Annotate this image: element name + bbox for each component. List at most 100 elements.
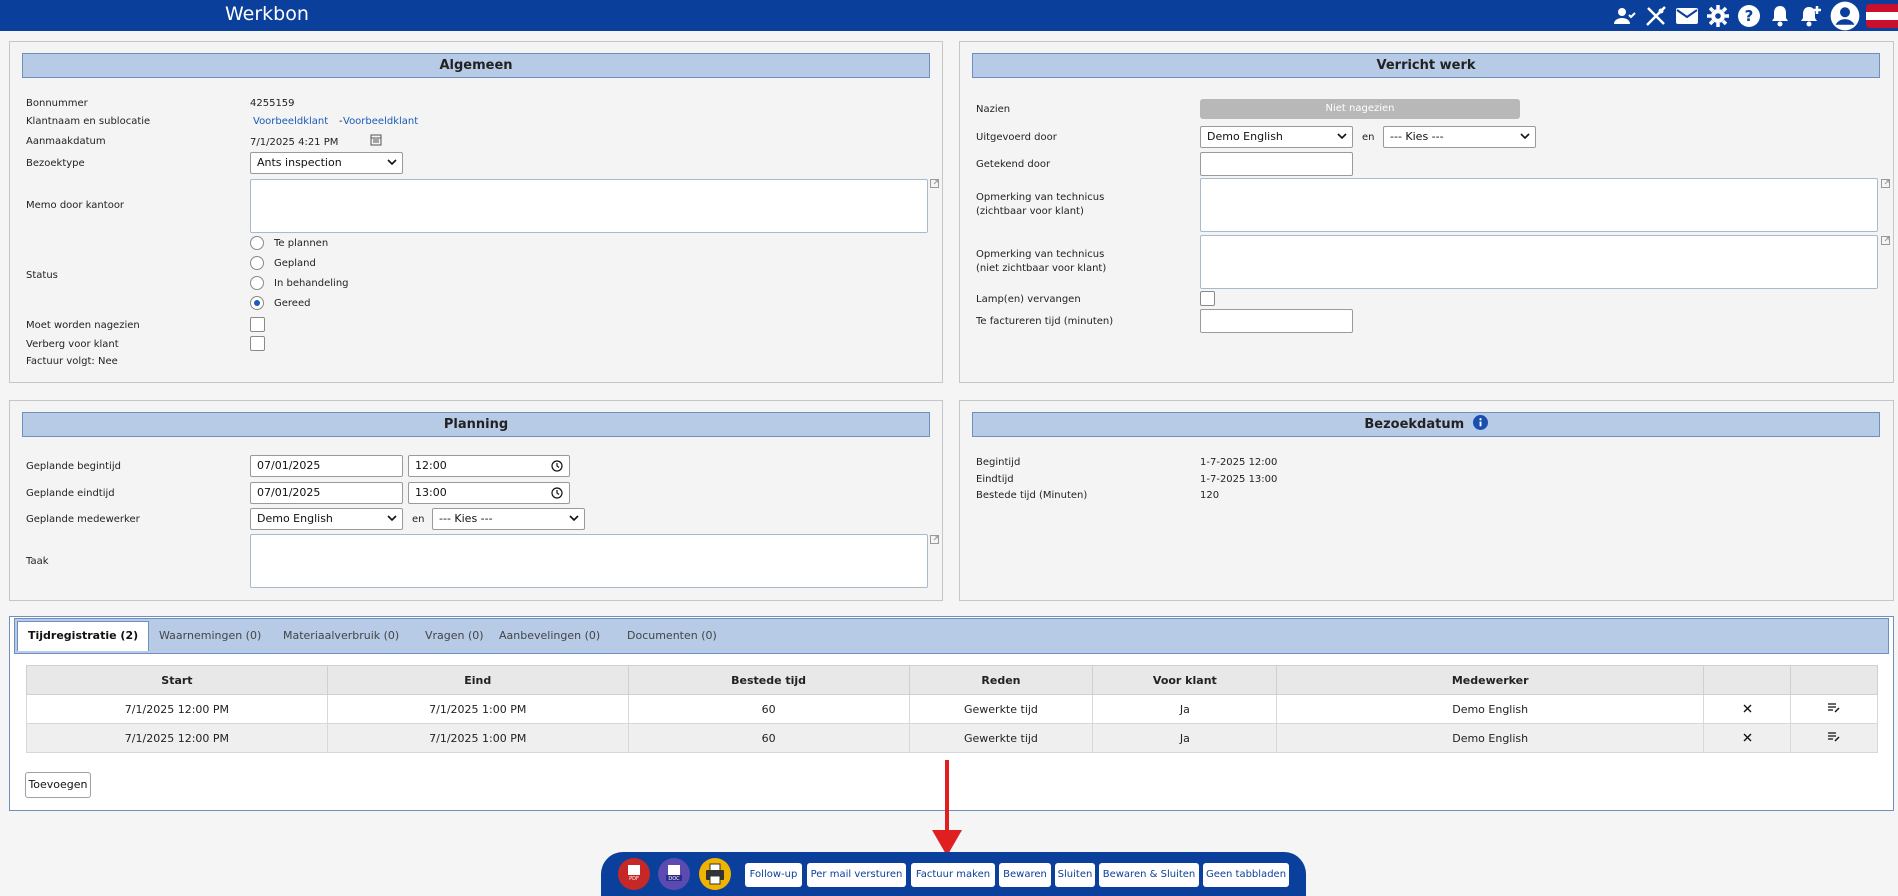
opmerking-zichtbaar-label-2: (zichtbaar voor klant) — [976, 206, 1084, 217]
begintijd-label: Begintijd — [976, 457, 1021, 468]
bell-icon[interactable] — [1768, 4, 1792, 28]
tab-materiaalverbruik[interactable]: Materiaalverbruik (0) — [273, 622, 409, 652]
opmerking-zichtbaar-label-1: Opmerking van technicus — [976, 192, 1105, 203]
geen-tabbladen-button[interactable]: Geen tabbladen — [1203, 863, 1289, 887]
bezoektype-select[interactable]: Ants inspection — [250, 152, 403, 174]
status-option-gereed: Gereed — [274, 298, 311, 309]
kies-value: --- Kies --- — [1390, 130, 1444, 143]
tab-documenten[interactable]: Documenten (0) — [617, 622, 727, 652]
medewerker-extra-select[interactable]: --- Kies --- — [432, 508, 585, 530]
tab-waarnemingen[interactable]: Waarnemingen (0) — [149, 622, 271, 652]
nagezien-checkbox[interactable] — [250, 317, 265, 332]
delete-cell — [1703, 723, 1791, 753]
clock-icon[interactable] — [551, 487, 563, 499]
klant-link[interactable]: Voorbeeldklant — [253, 116, 328, 127]
print-icon[interactable] — [699, 858, 731, 890]
factureren-input[interactable] — [1200, 309, 1353, 333]
taak-textarea[interactable] — [250, 534, 928, 588]
doc-icon[interactable]: DOC — [658, 858, 690, 890]
nazien-label: Nazien — [976, 104, 1011, 115]
opmerking-niet-zichtbaar-textarea[interactable] — [1200, 235, 1878, 289]
cell-start: 7/1/2025 12:00 PM — [26, 694, 328, 724]
tijdregistratie-table: Start Eind Bestede tijd Reden Voor klant… — [26, 665, 1878, 753]
tools-icon[interactable] — [1644, 4, 1668, 28]
verricht-panel: Verricht werk Nazien Niet nagezien Uitge… — [959, 41, 1894, 383]
factureren-label: Te factureren tijd (minuten) — [976, 316, 1114, 327]
info-icon[interactable] — [1472, 415, 1488, 430]
medewerker-value: Demo English — [257, 512, 333, 525]
tab-vragen[interactable]: Vragen (0) — [415, 622, 494, 652]
chevron-down-icon — [387, 515, 397, 522]
memo-label: Memo door kantoor — [26, 200, 125, 211]
sluiten-button[interactable]: Sluiten — [1055, 863, 1095, 887]
mail-button[interactable]: Per mail versturen — [807, 863, 906, 887]
begin-date-input[interactable]: 07/01/2025 — [250, 455, 403, 477]
bezoektype-value: Ants inspection — [257, 156, 342, 169]
calendar-list-icon[interactable] — [370, 134, 382, 146]
eind-date-input[interactable]: 07/01/2025 — [250, 482, 403, 504]
flag-nl-icon[interactable] — [1866, 3, 1898, 28]
followup-button[interactable]: Follow-up — [745, 863, 802, 887]
status-radio-gereed[interactable] — [250, 296, 264, 310]
cell-eind: 7/1/2025 1:00 PM — [326, 723, 629, 753]
status-radio-in-behandeling[interactable] — [250, 276, 264, 290]
begintijd-label: Geplande begintijd — [26, 461, 121, 472]
close-icon[interactable] — [1743, 733, 1752, 742]
bottom-toolbar: PDF DOC Follow-up Per mail versturen Fac… — [601, 852, 1306, 896]
sublocatie-link[interactable]: Voorbeeldklant — [343, 116, 418, 127]
getekend-input[interactable] — [1200, 152, 1353, 176]
algemeen-panel: Algemeen Bonnummer 4255159 Klantnaam en … — [9, 41, 943, 383]
close-icon[interactable] — [1743, 704, 1752, 713]
edit-list-icon[interactable] — [1828, 702, 1840, 713]
bestede-value: 120 — [1200, 490, 1220, 501]
gear-icon[interactable] — [1706, 4, 1730, 28]
pdf-icon[interactable]: PDF — [618, 858, 650, 890]
chevron-down-icon — [387, 159, 397, 166]
help-icon[interactable]: ? — [1737, 4, 1761, 28]
svg-text:PDF: PDF — [629, 876, 639, 882]
en-label: en — [1362, 132, 1375, 143]
uitgevoerd-select[interactable]: Demo English — [1200, 126, 1353, 148]
bell-plus-icon[interactable] — [1799, 4, 1823, 28]
lamp-checkbox[interactable] — [1200, 291, 1215, 306]
edit-list-icon[interactable] — [1828, 731, 1840, 742]
begin-time-input[interactable]: 12:00 — [408, 455, 570, 477]
bonnummer-value: 4255159 — [250, 98, 295, 109]
memo-textarea[interactable] — [250, 179, 928, 233]
chevron-down-icon — [1520, 133, 1530, 140]
kies-value: --- Kies --- — [439, 512, 493, 525]
mail-icon[interactable] — [1675, 4, 1699, 28]
col-reden: Reden — [908, 665, 1094, 695]
users-icon[interactable] — [1613, 4, 1637, 28]
niet-nagezien-button[interactable]: Niet nagezien — [1200, 99, 1520, 119]
tab-aanbevelingen[interactable]: Aanbevelingen (0) — [489, 622, 610, 652]
status-radio-gepland[interactable] — [250, 256, 264, 270]
bewaren-sluiten-button[interactable]: Bewaren & Sluiten — [1099, 863, 1199, 887]
eind-time-input[interactable]: 13:00 — [408, 482, 570, 504]
page-title: Werkbon — [225, 3, 309, 25]
clock-icon[interactable] — [551, 460, 563, 472]
chevron-down-icon — [569, 515, 579, 522]
expand-icon[interactable] — [930, 179, 939, 188]
expand-icon[interactable] — [1881, 236, 1890, 245]
medewerker-select[interactable]: Demo English — [250, 508, 403, 530]
cell-start: 7/1/2025 12:00 PM — [26, 723, 328, 753]
expand-icon[interactable] — [930, 535, 939, 544]
opmerking-zichtbaar-textarea[interactable] — [1200, 178, 1878, 232]
toevoegen-button[interactable]: Toevoegen — [25, 772, 91, 798]
planning-panel: Planning Geplande begintijd 07/01/2025 1… — [9, 400, 943, 601]
bewaren-button[interactable]: Bewaren — [999, 863, 1051, 887]
uitgevoerd-extra-select[interactable]: --- Kies --- — [1383, 126, 1536, 148]
factuur-maken-button[interactable]: Factuur maken — [911, 863, 995, 887]
status-radio-te-plannen[interactable] — [250, 236, 264, 250]
medewerker-label: Geplande medewerker — [26, 514, 140, 525]
cell-reden: Gewerkte tijd — [908, 723, 1094, 753]
uitgevoerd-value: Demo English — [1207, 130, 1283, 143]
lamp-label: Lamp(en) vervangen — [976, 294, 1081, 305]
bezoektype-label: Bezoektype — [26, 158, 85, 169]
top-bar: Werkbon ? — [0, 0, 1898, 31]
tab-tijdregistratie[interactable]: Tijdregistratie (2) — [17, 621, 150, 651]
verberg-checkbox[interactable] — [250, 336, 265, 351]
account-icon[interactable] — [1830, 1, 1860, 31]
expand-icon[interactable] — [1881, 179, 1890, 188]
